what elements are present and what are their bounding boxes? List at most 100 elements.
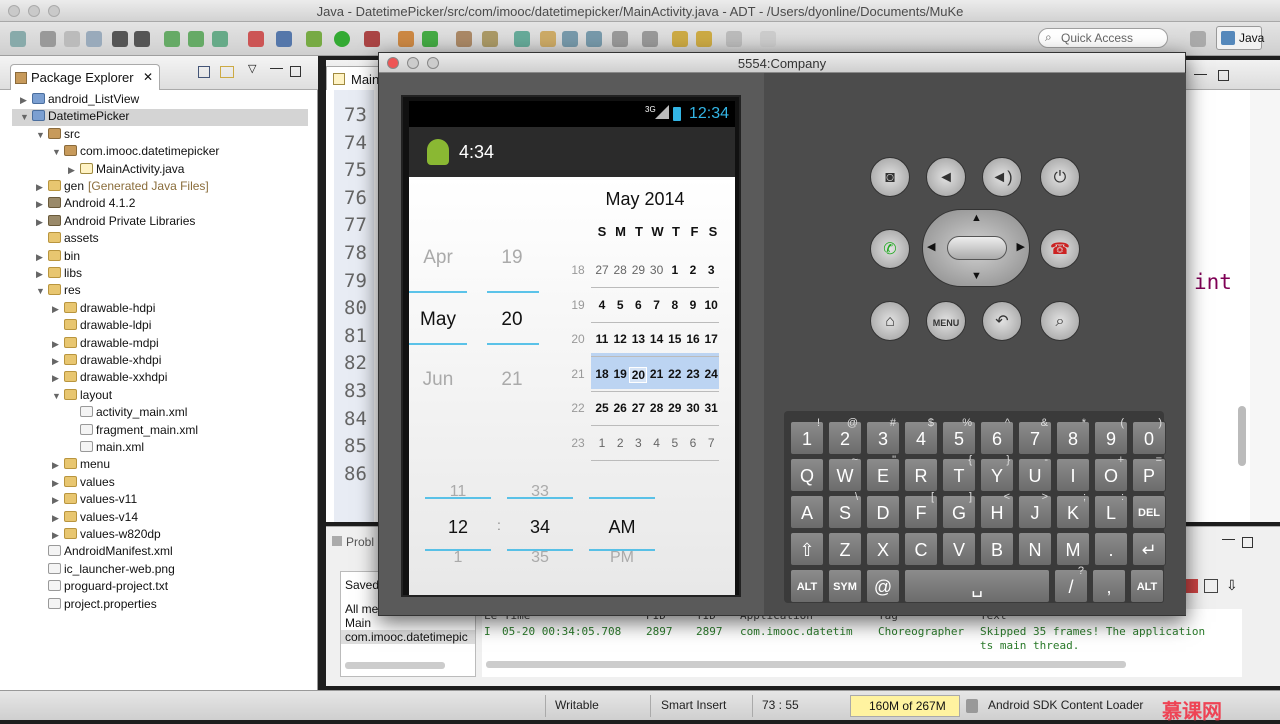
debug-icon[interactable] — [306, 31, 322, 47]
heap-status[interactable]: 160M of 267M — [850, 695, 960, 717]
calendar-day[interactable]: 7 — [702, 436, 720, 450]
open-task-icon[interactable] — [514, 31, 530, 47]
key[interactable]: E " — [866, 454, 900, 492]
tree-item[interactable]: ▶ drawable-mdpi — [52, 336, 159, 353]
key[interactable]: F[ — [904, 491, 938, 529]
save-icon[interactable] — [40, 31, 56, 47]
key[interactable]: K; — [1056, 491, 1090, 529]
key[interactable]: . — [1094, 532, 1128, 566]
day-prev[interactable]: 19 — [485, 247, 539, 269]
calendar-day[interactable]: 16 — [684, 332, 702, 346]
expanded-arrow-icon[interactable]: ▼ — [52, 147, 64, 157]
calendar-day[interactable]: 21 — [648, 367, 666, 381]
filter-item-selected[interactable]: com.imooc.datetimepic — [341, 630, 475, 644]
collapsed-arrow-icon[interactable]: ▶ — [52, 460, 64, 471]
link-editor-icon[interactable] — [220, 66, 234, 78]
month-current[interactable]: May — [409, 309, 467, 331]
calendar-day[interactable]: 5 — [666, 436, 684, 450]
key[interactable]: 1! — [790, 417, 824, 455]
tree-item[interactable]: ▼ layout — [52, 388, 112, 405]
tree-item[interactable]: ▶ values — [52, 475, 115, 492]
calendar-day[interactable]: 29 — [629, 263, 647, 277]
tree-item[interactable]: ▼ res — [36, 283, 81, 300]
collapsed-arrow-icon[interactable]: ▶ — [36, 252, 48, 263]
day-next[interactable]: 21 — [485, 369, 539, 391]
tree-item[interactable]: ▶ values-w820dp — [52, 527, 161, 544]
back-icon[interactable] — [696, 31, 712, 47]
next-annotation-icon[interactable] — [612, 31, 628, 47]
android-sdk-icon[interactable] — [164, 31, 180, 47]
hour-current[interactable]: 12 — [425, 517, 491, 538]
dpad-up-icon[interactable]: ▲ — [971, 212, 982, 224]
new-java-class-icon[interactable] — [422, 31, 438, 47]
key[interactable]: Q — [790, 458, 824, 492]
tree-item[interactable]: ▼ DatetimePicker — [12, 109, 308, 127]
key[interactable]: DEL — [1132, 495, 1166, 529]
calendar-day[interactable]: 3 — [629, 436, 647, 450]
collapsed-arrow-icon[interactable]: ▶ — [52, 495, 64, 506]
display-mode-icon[interactable] — [1204, 579, 1218, 593]
key[interactable]: SYM — [828, 569, 862, 603]
calendar-day[interactable]: 1 — [666, 263, 684, 277]
open-type-icon[interactable] — [456, 31, 472, 47]
key[interactable]: V — [942, 532, 976, 566]
key[interactable]: P = — [1132, 454, 1166, 492]
tree-item[interactable]: proguard-project.txt — [36, 579, 168, 596]
tree-item[interactable]: ▶ values-v11 — [52, 492, 137, 509]
ampm-current[interactable]: AM — [589, 517, 655, 538]
tree-item[interactable]: ▼ com.imooc.datetimepicker — [52, 144, 219, 161]
calendar-day[interactable]: 13 — [629, 332, 647, 346]
editor-tab-mainactivity[interactable]: Main — [326, 66, 386, 90]
collapsed-arrow-icon[interactable]: ▶ — [52, 356, 64, 367]
filter-scrollbar[interactable] — [345, 662, 445, 669]
key[interactable]: ALT — [1130, 569, 1164, 603]
maximize-panel-icon[interactable] — [1242, 537, 1253, 548]
calendar-day[interactable]: 18 — [593, 367, 611, 381]
tree-item[interactable]: AndroidManifest.xml — [36, 544, 173, 561]
maximize-view-icon[interactable] — [290, 66, 301, 77]
dpad-left-icon[interactable]: ◀ — [927, 240, 935, 253]
volume-down-button[interactable]: ◄ — [926, 157, 966, 197]
dpad-right-icon[interactable]: ▶ — [1017, 240, 1025, 253]
calendar-day[interactable]: 14 — [648, 332, 666, 346]
hour-next[interactable]: 1 — [425, 549, 491, 567]
new-android-project-icon[interactable] — [248, 31, 264, 47]
month-next[interactable]: Jun — [409, 369, 467, 391]
key[interactable]: H < — [980, 491, 1014, 529]
dpad[interactable]: ▲ ▼ ◀ ▶ — [922, 209, 1030, 287]
lint-icon[interactable] — [212, 31, 228, 47]
collapsed-arrow-icon[interactable]: ▶ — [36, 182, 48, 193]
tree-item[interactable]: ▶ drawable-xhdpi — [52, 353, 161, 370]
calendar-day[interactable]: 15 — [666, 332, 684, 346]
home-button[interactable]: ⌂ — [870, 301, 910, 341]
key[interactable]: @ — [866, 569, 900, 603]
tree-item[interactable]: activity_main.xml — [68, 405, 187, 422]
calendar-day[interactable]: 31 — [702, 401, 720, 415]
tree-item[interactable]: drawable-ldpi — [52, 318, 151, 335]
close-tab-icon[interactable]: ✕ — [143, 70, 153, 84]
tree-item[interactable]: ▶ Android 4.1.2 — [36, 196, 135, 213]
key[interactable]: ALT — [790, 569, 824, 603]
collapsed-arrow-icon[interactable]: ▶ — [52, 530, 64, 541]
collapsed-arrow-icon[interactable]: ▶ — [52, 513, 64, 524]
log-scrollbar[interactable] — [486, 661, 1126, 668]
calendar-day[interactable]: 19 — [611, 367, 629, 381]
tree-item[interactable]: project.properties — [36, 597, 157, 614]
avd-manager-icon[interactable] — [188, 31, 204, 47]
minimize-view-icon[interactable]: — — [270, 60, 283, 75]
garbage-collect-icon[interactable] — [966, 699, 978, 713]
forward-icon[interactable] — [726, 31, 742, 47]
calendar-day[interactable]: 4 — [648, 436, 666, 450]
import-icon[interactable] — [134, 31, 150, 47]
calendar-day[interactable]: 24 — [702, 367, 720, 381]
tree-item[interactable]: ▶ libs — [36, 266, 82, 283]
key[interactable]: D — [866, 495, 900, 529]
editor-vertical-scrollbar[interactable] — [1238, 406, 1246, 466]
tree-item[interactable]: ▶ gen [Generated Java Files] — [36, 179, 209, 196]
calendar-day[interactable]: 4 — [593, 298, 611, 312]
collapsed-arrow-icon[interactable]: ▶ — [68, 165, 80, 176]
calendar-day-selected[interactable]: 20 — [629, 366, 648, 383]
key[interactable]: 4 $ — [904, 417, 938, 455]
calendar-day[interactable]: 25 — [593, 401, 611, 415]
collapsed-arrow-icon[interactable]: ▶ — [36, 199, 48, 210]
